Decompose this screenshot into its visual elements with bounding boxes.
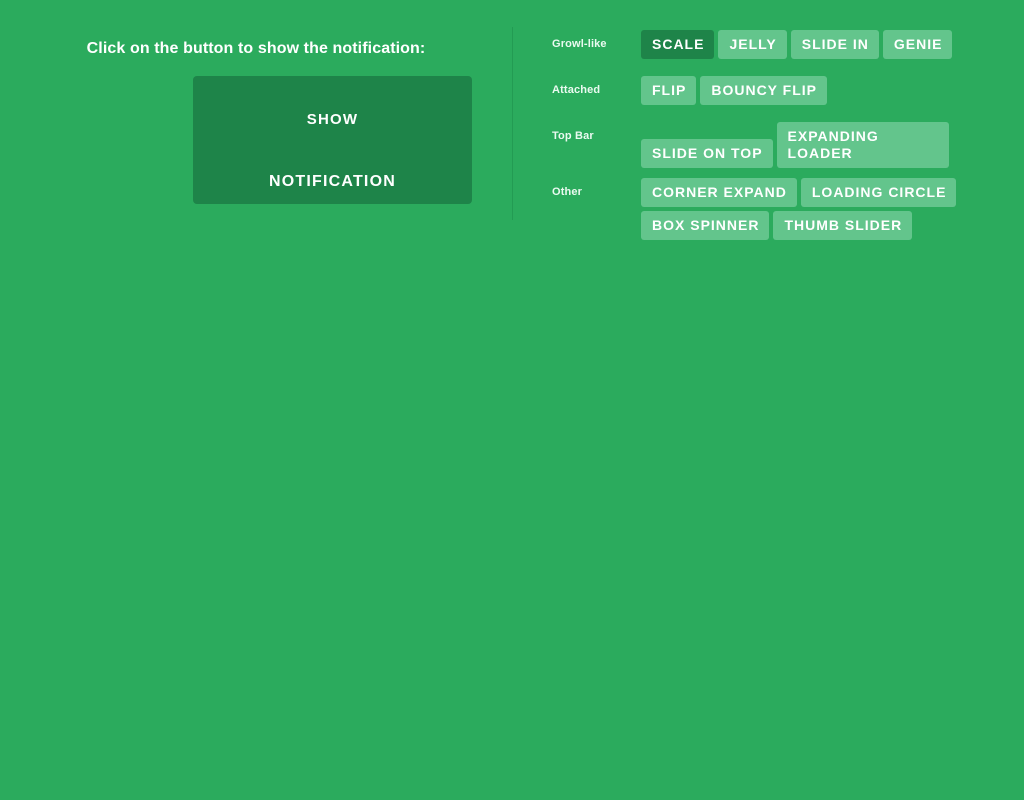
effect-button-group: SCALE JELLY SLIDE IN GENIE bbox=[641, 30, 971, 63]
effect-button-group: CORNER EXPAND LOADING CIRCLE BOX SPINNER TH… bbox=[641, 178, 971, 244]
show-notification-button[interactable]: SHOW NOTIFICATION bbox=[193, 76, 472, 204]
effect-button-group: SLIDE ON TOPEXPANDING LOADER bbox=[641, 122, 971, 172]
effect-button[interactable]: LOADING CIRCLE bbox=[800, 178, 957, 207]
effect-button[interactable]: EXPANDING LOADER bbox=[776, 122, 949, 168]
app-root: Click on the button to show the notifica… bbox=[0, 0, 1024, 800]
control-row: Other CORNER EXPAND LOADING CIRCLE BOX SPIN… bbox=[552, 178, 1024, 244]
demo-pane: Click on the button to show the notifica… bbox=[0, 0, 512, 800]
control-row: Growl-like SCALE JELLY SLIDE IN GENIE bbox=[552, 30, 1024, 70]
page-title: Click on the button to show the notifica… bbox=[86, 40, 426, 57]
effect-button[interactable]: JELLY bbox=[718, 30, 787, 59]
effect-button-group: FLIP BOUNCY FLIP bbox=[641, 76, 971, 109]
effect-button[interactable]: SLIDE IN bbox=[790, 30, 879, 59]
effect-button[interactable]: SCALE bbox=[641, 30, 715, 59]
control-row: Attached FLIP BOUNCY FLIP bbox=[552, 76, 1024, 116]
effects-control-panel: Growl-like SCALE JELLY SLIDE IN GENIE Attache… bbox=[512, 0, 1024, 800]
effect-button[interactable]: CORNER EXPAND bbox=[641, 178, 797, 207]
effect-button[interactable]: GENIE bbox=[882, 30, 953, 59]
show-notification-button-line1: SHOW bbox=[306, 111, 359, 128]
control-row: Top Bar SLIDE ON TOPEXPANDING LOADER bbox=[552, 122, 1024, 172]
control-row-label: Top Bar bbox=[552, 130, 594, 142]
effect-button[interactable]: BOX SPINNER bbox=[641, 211, 770, 240]
control-row-label: Attached bbox=[552, 84, 601, 96]
show-notification-button-line2: NOTIFICATION bbox=[269, 173, 396, 190]
effect-button[interactable]: THUMB SLIDER bbox=[773, 211, 913, 240]
control-row-label: Growl-like bbox=[552, 38, 607, 50]
control-row-label: Other bbox=[552, 186, 583, 198]
effect-button[interactable]: SLIDE ON TOP bbox=[641, 139, 773, 168]
effect-button[interactable]: BOUNCY FLIP bbox=[700, 76, 827, 105]
effect-button[interactable]: FLIP bbox=[641, 76, 697, 105]
